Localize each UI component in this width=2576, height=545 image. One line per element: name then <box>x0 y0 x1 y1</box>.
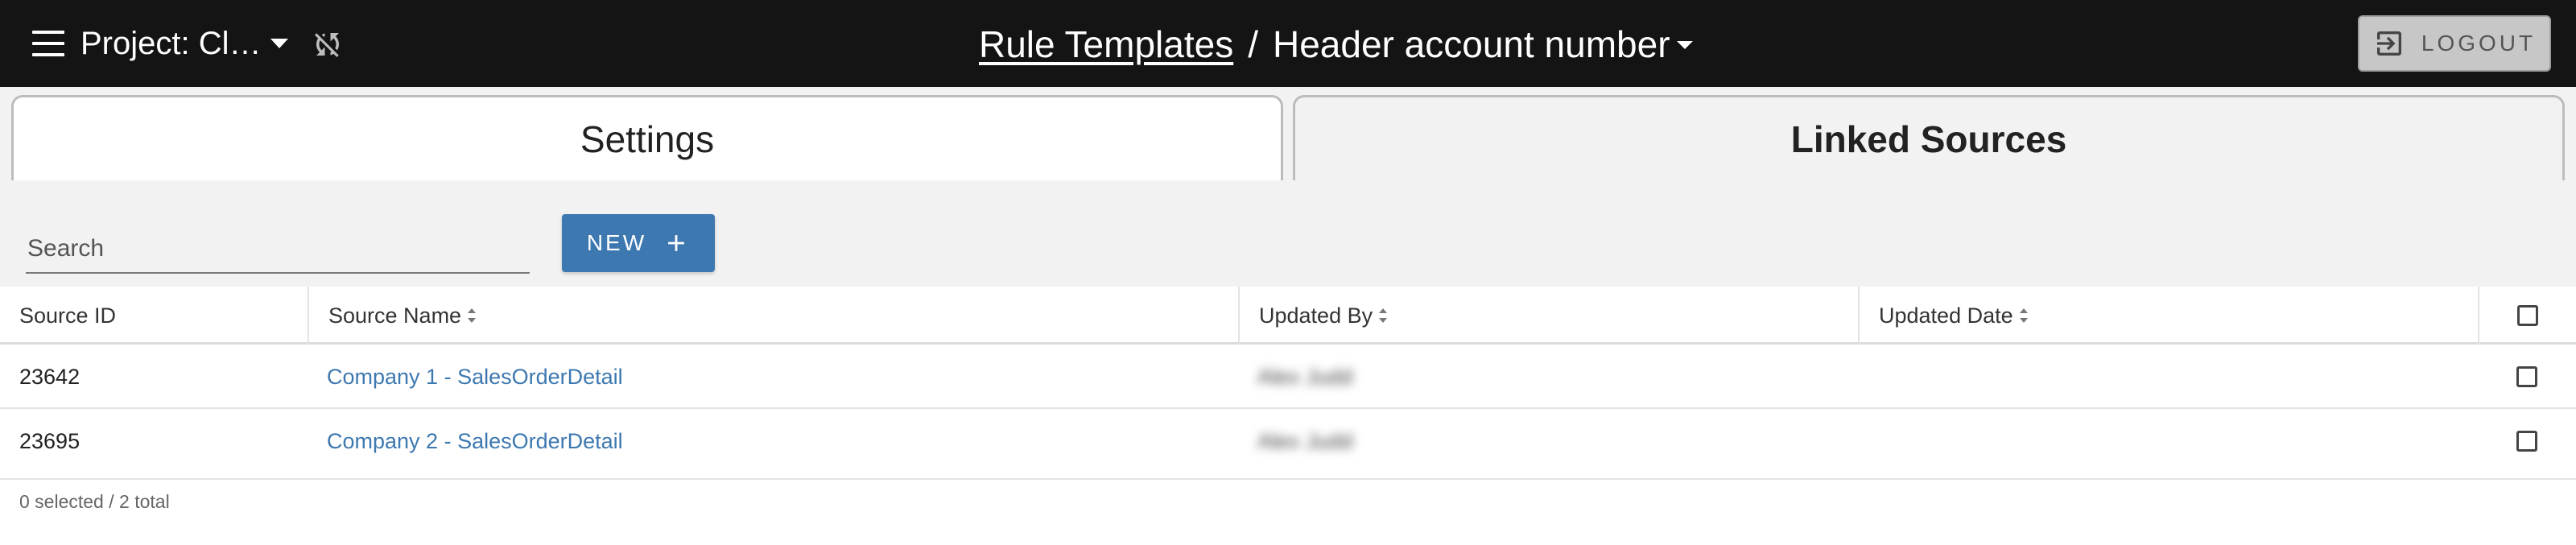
table-row[interactable]: 23695 Company 2 - SalesOrderDetail Alex … <box>0 409 2576 480</box>
row-checkbox[interactable] <box>2516 366 2537 387</box>
column-header-source-id[interactable]: Source ID <box>0 287 308 345</box>
updated-date-cell <box>1858 345 2478 409</box>
tab-linked-sources[interactable]: Linked Sources <box>1293 95 2565 180</box>
rule-template-title[interactable]: Header account number <box>1273 23 1670 65</box>
caret-down-icon[interactable] <box>270 39 288 48</box>
sync-off-icon[interactable] <box>311 27 345 61</box>
menu-icon[interactable] <box>32 31 64 56</box>
updated-by-cell: Alex Judd <box>1238 409 1858 473</box>
caret-down-icon[interactable] <box>1676 40 1693 49</box>
updated-date-cell <box>1858 409 2478 473</box>
source-id-cell: 23642 <box>19 364 80 389</box>
source-name-cell: Company 2 - SalesOrderDetail <box>308 409 1238 473</box>
updated-by-value: Alex Judd <box>1257 364 1353 389</box>
sort-icon[interactable] <box>468 308 477 323</box>
row-select-cell <box>2478 409 2576 473</box>
select-all-checkbox[interactable] <box>2517 305 2538 326</box>
selection-summary: 0 selected / 2 total <box>19 491 170 512</box>
column-header-updated-by[interactable]: Updated By <box>1238 287 1858 345</box>
select-all-cell <box>2478 287 2576 345</box>
new-button-label: NEW <box>586 230 647 255</box>
column-header-updated-date[interactable]: Updated Date <box>1858 287 2478 345</box>
search-field <box>26 224 533 274</box>
breadcrumb-separator: / <box>1248 23 1258 65</box>
project-selector-label[interactable]: Project: Cl… <box>80 23 262 64</box>
table-header-row: Source ID Source Name Updated By Updated… <box>0 287 2576 345</box>
content-header: Settings Linked Sources NEW <box>0 87 2576 287</box>
table-row[interactable]: 23642 Company 1 - SalesOrderDetail Alex … <box>0 345 2576 409</box>
source-name-link[interactable]: Company 1 - SalesOrderDetail <box>327 365 623 390</box>
search-input[interactable] <box>26 224 533 274</box>
logout-label: LOGOUT <box>2421 31 2537 56</box>
source-id-cell: 23695 <box>19 428 80 453</box>
new-button[interactable]: NEW <box>562 214 715 272</box>
page-title: Rule Templates / Header account number <box>979 21 1693 68</box>
top-app-bar: Project: Cl… Rule Templates / Header accou… <box>0 0 2576 87</box>
sort-icon[interactable] <box>2019 308 2028 323</box>
logout-button[interactable]: LOGOUT <box>2358 15 2551 72</box>
updated-by-value: Alex Judd <box>1257 428 1353 453</box>
plus-icon <box>668 235 685 251</box>
row-checkbox[interactable] <box>2516 431 2537 452</box>
row-select-cell <box>2478 345 2576 409</box>
source-name-link[interactable]: Company 2 - SalesOrderDetail <box>327 429 623 454</box>
logout-icon <box>2376 31 2401 56</box>
column-header-source-name[interactable]: Source Name <box>308 287 1238 345</box>
sort-icon[interactable] <box>1379 308 1388 323</box>
source-name-cell: Company 1 - SalesOrderDetail <box>308 345 1238 409</box>
breadcrumb-rule-templates-link[interactable]: Rule Templates <box>979 23 1233 65</box>
updated-by-cell: Alex Judd <box>1238 345 1858 409</box>
tab-settings[interactable]: Settings <box>11 95 1283 180</box>
